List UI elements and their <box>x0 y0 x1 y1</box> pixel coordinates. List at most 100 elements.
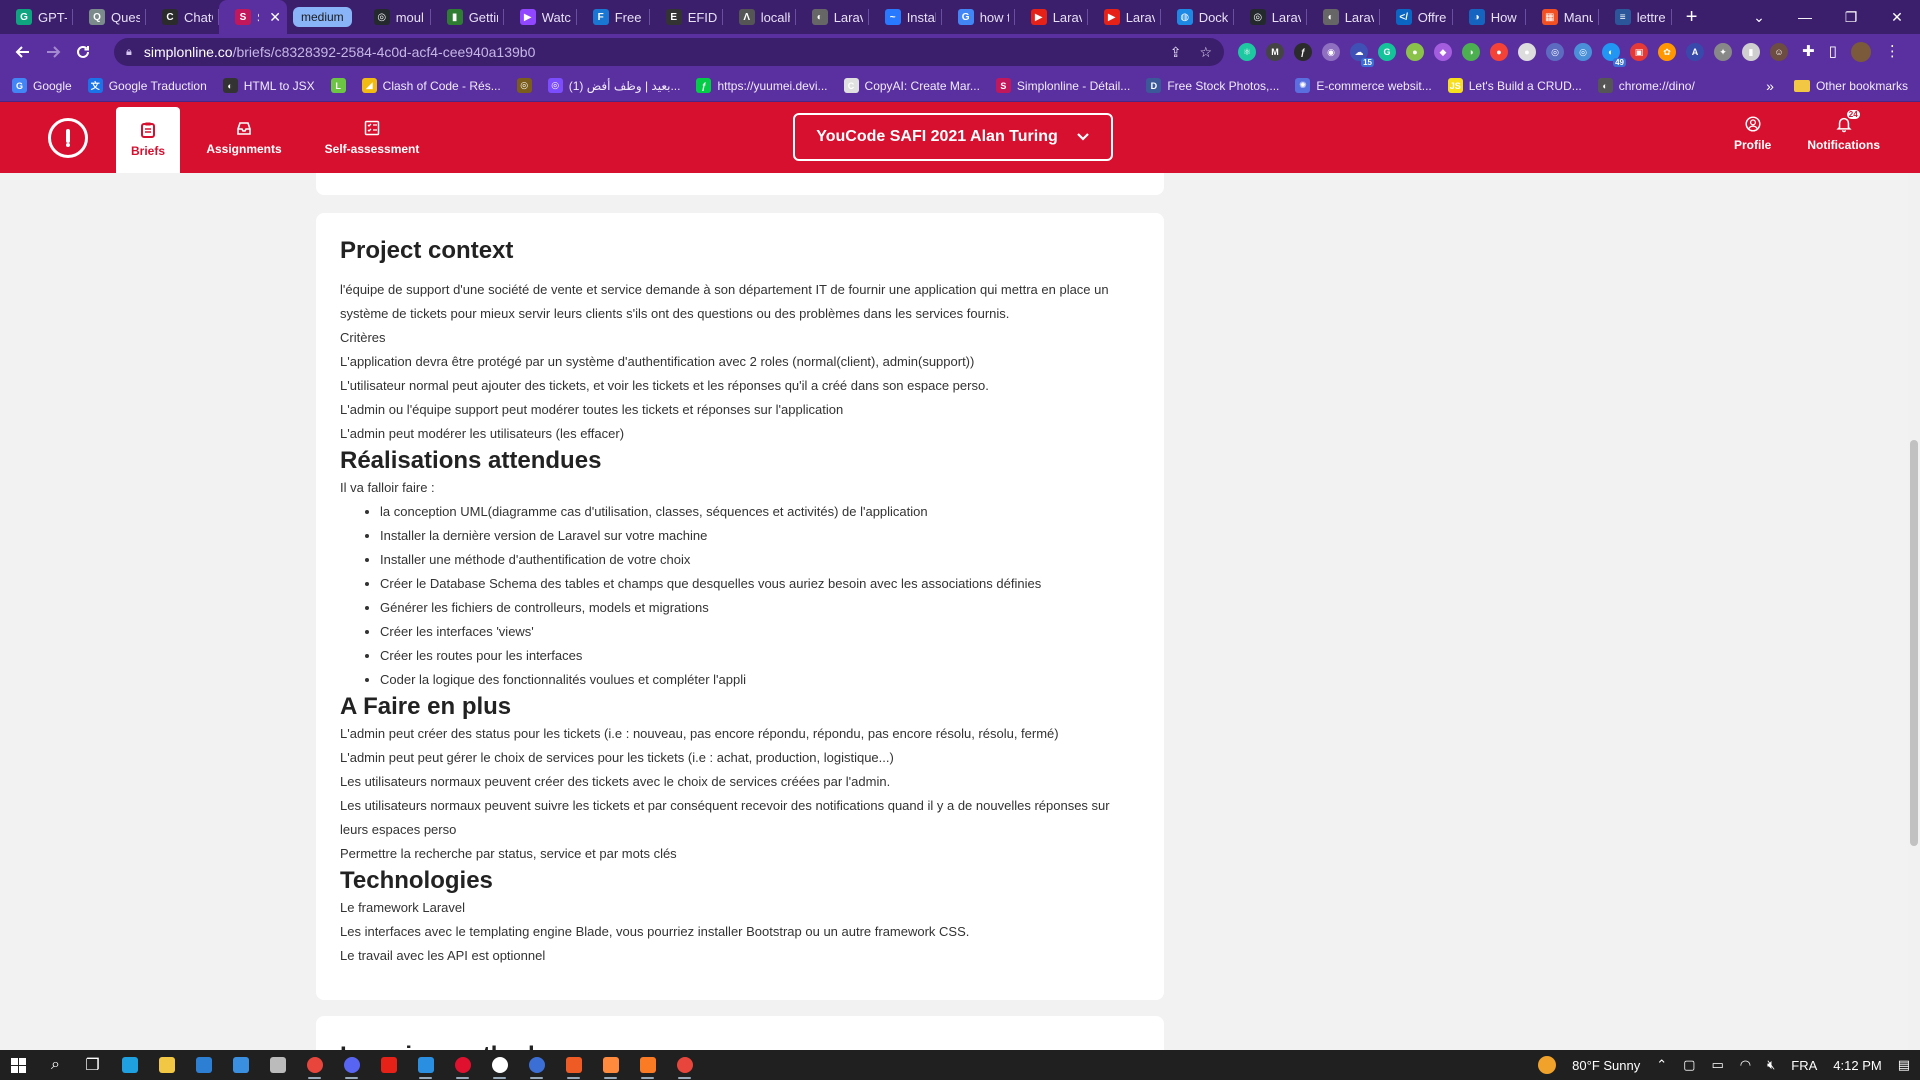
extension-icon[interactable]: ● <box>1490 43 1508 61</box>
speaker-muted-icon[interactable]: 🔇︎ <box>1767 1057 1775 1073</box>
browser-tab[interactable]: ▶ Larav <box>1015 0 1088 34</box>
bookmark-item[interactable]: S Simplonline - Détail... <box>995 78 1130 93</box>
extension-icon[interactable]: M <box>1266 43 1284 61</box>
browser-tab[interactable]: ▶ Larav <box>1088 0 1161 34</box>
extension-icon[interactable]: ƒ <box>1294 43 1312 61</box>
extension-icon[interactable]: G <box>1378 43 1396 61</box>
extension-icon[interactable]: ◎ <box>1546 43 1564 61</box>
tab-group-medium[interactable]: medium <box>293 7 352 27</box>
other-bookmarks-folder[interactable]: Other bookmarks <box>1793 79 1908 93</box>
nav-assignments[interactable]: Assignments <box>180 106 308 170</box>
extension-icon[interactable]: ◎ <box>1574 43 1592 61</box>
close-tab-icon[interactable]: ✕ <box>269 9 281 26</box>
browser-tab[interactable]: Q Quest <box>73 0 146 34</box>
nav-self-assessment[interactable]: Self-assessment <box>308 106 436 170</box>
opera-icon[interactable] <box>444 1050 481 1080</box>
browser-tab[interactable]: ◍ Dock <box>1161 0 1234 34</box>
extension-icon[interactable]: ▮ <box>1742 43 1760 61</box>
bookmarks-overflow-button[interactable]: » <box>1766 78 1774 94</box>
browser-tab[interactable]: S Si ✕ <box>219 0 287 34</box>
tab-search-button[interactable]: ⌄ <box>1736 0 1782 34</box>
bookmark-item[interactable]: ◢ Clash of Code - Rés... <box>361 78 501 93</box>
promotion-select[interactable]: YouCode SAFI 2021 Alan Turing <box>793 113 1113 161</box>
browser-tab[interactable]: ▮ Gettin <box>431 0 504 34</box>
weather-text[interactable]: 80°F Sunny <box>1572 1058 1640 1073</box>
browser-tab[interactable]: ◐ Larav <box>796 0 869 34</box>
restore-button[interactable]: ❐ <box>1828 0 1874 34</box>
kebab-menu-icon[interactable]: ⋮ <box>1885 42 1900 62</box>
browser-tab[interactable]: </ Offre <box>1380 0 1453 34</box>
back-button[interactable] <box>8 37 38 67</box>
chrome-icon[interactable] <box>296 1050 333 1080</box>
reload-button[interactable] <box>68 37 98 67</box>
task-view-icon[interactable]: ❐ <box>74 1050 111 1080</box>
youtube-icon[interactable] <box>370 1050 407 1080</box>
minimize-button[interactable]: — <box>1782 0 1828 34</box>
close-window-button[interactable]: ✕ <box>1874 0 1920 34</box>
browser-tab[interactable]: E EFID ( <box>650 0 723 34</box>
start-button[interactable] <box>0 1050 37 1080</box>
bookmark-item[interactable]: ◐ HTML to JSX <box>222 78 315 93</box>
extension-icon[interactable]: ● <box>1406 43 1424 61</box>
new-tab-button[interactable]: + <box>1672 6 1712 29</box>
browser-tab[interactable]: Λlocalh <box>723 0 796 34</box>
extension-icon[interactable]: ◐ 49 <box>1602 43 1626 67</box>
bookmark-item[interactable]: ◐ chrome://dino/ <box>1597 78 1695 93</box>
extension-icon[interactable]: ● <box>1518 43 1536 61</box>
share-icon[interactable]: ⇪ <box>1170 44 1182 61</box>
file-explorer-icon[interactable] <box>148 1050 185 1080</box>
extension-icon[interactable]: A <box>1686 43 1704 61</box>
nav-briefs[interactable]: Briefs <box>116 107 180 173</box>
simplon-logo[interactable] <box>48 117 88 158</box>
battery-icon[interactable]: ▭ <box>1711 1057 1723 1073</box>
browser-tab[interactable]: ◑ How <box>1453 0 1526 34</box>
nav-profile[interactable]: Profile <box>1734 102 1771 166</box>
chrome-profile-icon[interactable] <box>666 1050 703 1080</box>
sun-icon[interactable] <box>1538 1056 1557 1074</box>
browser-tab[interactable]: ◎ moul <box>358 0 431 34</box>
xampp-icon[interactable] <box>629 1050 666 1080</box>
bookmark-item[interactable]: D Free Stock Photos,... <box>1146 78 1279 93</box>
chevron-up-icon[interactable]: ⌃ <box>1656 1057 1667 1073</box>
extension-icon[interactable]: ◉ <box>1322 43 1340 61</box>
browser-tab[interactable]: ≡ lettre <box>1599 0 1672 34</box>
side-panel-icon[interactable]: ▯ <box>1829 42 1837 62</box>
search-icon[interactable]: ⌕ <box>37 1050 74 1080</box>
browser-tab[interactable]: ◐ Larav <box>1307 0 1380 34</box>
browser-tab[interactable]: ▦ Manu <box>1526 0 1599 34</box>
edge-icon[interactable] <box>111 1050 148 1080</box>
meet-now-icon[interactable]: ▢ <box>1683 1057 1695 1073</box>
page-scrollbar[interactable] <box>1908 173 1920 1050</box>
extension-icon[interactable]: ◆ <box>1434 43 1452 61</box>
bookmark-item[interactable]: 文 Google Traduction <box>87 78 207 93</box>
discord-icon[interactable] <box>333 1050 370 1080</box>
bookmark-item[interactable]: C CopyAI: Create Mar... <box>843 78 980 93</box>
browser-tab[interactable]: Ghow t <box>942 0 1015 34</box>
extension-icon[interactable]: ✿ <box>1658 43 1676 61</box>
forward-button[interactable] <box>38 37 68 67</box>
postman-icon[interactable] <box>555 1050 592 1080</box>
extension-icon[interactable]: ▣ <box>1630 43 1648 61</box>
wifi-icon[interactable]: ◠ <box>1740 1057 1751 1073</box>
address-bar[interactable]: 🔒︎ simplonline.co/briefs/c8328392-2584-4… <box>114 38 1224 66</box>
bookmark-item[interactable]: ✺ E-commerce websit... <box>1295 78 1432 93</box>
extensions-puzzle-icon[interactable]: ✚ <box>1802 42 1815 62</box>
browser-tab[interactable]: ▶ Watc <box>504 0 577 34</box>
vscode-icon[interactable] <box>407 1050 444 1080</box>
notification-center-icon[interactable]: ▤ <box>1898 1057 1910 1073</box>
store-icon[interactable] <box>185 1050 222 1080</box>
star-icon[interactable]: ☆ <box>1199 44 1212 61</box>
browser-tab[interactable]: C ChatG <box>146 0 219 34</box>
browser-tab[interactable]: G GPT-4 <box>0 0 73 34</box>
bookmark-item[interactable]: ◎ (1) بعيد | وظف أفض... <box>547 78 680 93</box>
language-indicator[interactable]: FRA <box>1791 1058 1817 1073</box>
github-desktop-icon[interactable] <box>481 1050 518 1080</box>
mail-icon[interactable] <box>222 1050 259 1080</box>
extension-icon[interactable]: ☁ 15 <box>1350 43 1374 67</box>
bookmark-item[interactable]: L <box>330 78 346 93</box>
extension-icon[interactable]: ◑ <box>1462 43 1480 61</box>
extension-icon[interactable]: ✦ <box>1714 43 1732 61</box>
clock[interactable]: 4:12 PM <box>1833 1058 1881 1073</box>
browser-tab[interactable]: ~ Install <box>869 0 942 34</box>
scrollbar-thumb[interactable] <box>1910 440 1918 846</box>
